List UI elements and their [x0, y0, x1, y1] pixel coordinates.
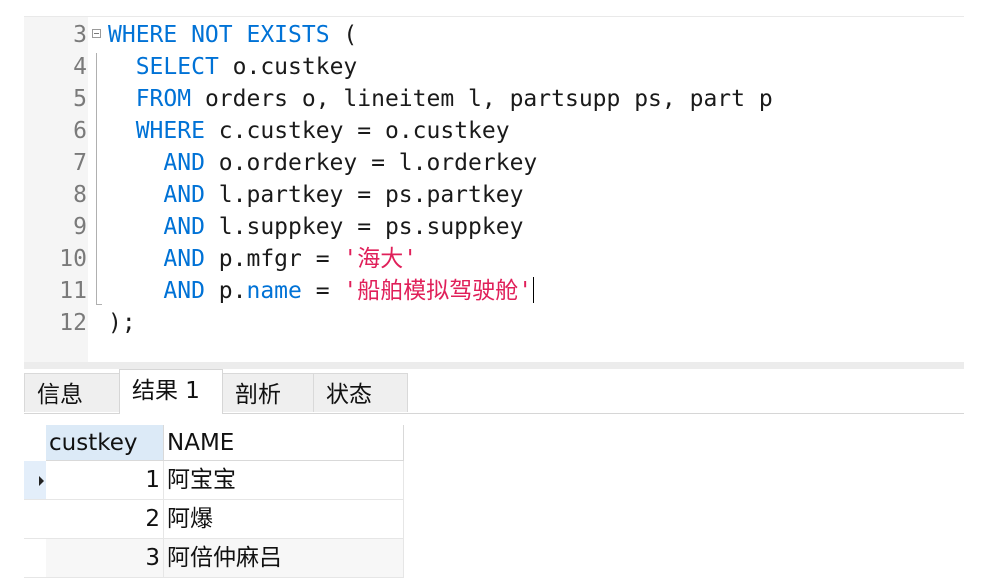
- sql-keyword: AND: [163, 182, 205, 208]
- code-line[interactable]: 7 AND o.orderkey = l.orderkey: [24, 147, 964, 179]
- sql-token: p.: [204, 278, 247, 304]
- sql-token: p.mfgr =: [204, 246, 344, 272]
- code-text[interactable]: FROM orders o, lineitem l, partsupp ps, …: [108, 83, 773, 115]
- sql-keyword: AND: [163, 214, 205, 240]
- sql-editor[interactable]: 3 WHERE NOT EXISTS (4 SELECT o.custkey 5 F…: [24, 16, 964, 363]
- line-number: 10: [59, 246, 87, 272]
- sql-keyword: AND: [163, 278, 205, 304]
- result-tab-bar: 信息 结果 1 剖析 状态: [24, 369, 964, 414]
- sql-token: o.orderkey = l.orderkey: [204, 150, 538, 176]
- sql-keyword: WHERE NOT EXISTS: [108, 22, 330, 48]
- sql-token: =: [301, 278, 344, 304]
- sql-keyword: AND: [163, 246, 205, 272]
- cell-custkey[interactable]: 3: [46, 539, 164, 578]
- result-grid[interactable]: custkey NAME 1 阿宝宝 2 阿爆 3 阿倍仲麻吕: [24, 425, 404, 585]
- tab-result-1[interactable]: 结果 1: [119, 369, 223, 414]
- line-number: 4: [73, 54, 87, 80]
- code-line[interactable]: 9 AND l.suppkey = ps.suppkey: [24, 211, 964, 243]
- pane-splitter[interactable]: [24, 362, 964, 369]
- cell-name[interactable]: 阿宝宝: [164, 461, 404, 500]
- code-text[interactable]: WHERE c.custkey = o.custkey: [108, 115, 510, 147]
- code-text[interactable]: AND p.mfgr = '海大': [108, 243, 417, 275]
- current-row-arrow-icon: [39, 476, 44, 486]
- line-number: 9: [73, 214, 87, 240]
- sql-token: c.custkey = o.custkey: [204, 118, 510, 144]
- cell-custkey[interactable]: 2: [46, 500, 164, 539]
- sql-keyword: FROM: [135, 86, 192, 112]
- code-line[interactable]: 6 WHERE c.custkey = o.custkey: [24, 115, 964, 147]
- sql-token: o.custkey: [218, 54, 358, 80]
- tab-status[interactable]: 状态: [313, 373, 408, 412]
- cell-custkey[interactable]: 1: [46, 461, 164, 500]
- code-text[interactable]: AND l.suppkey = ps.suppkey: [108, 211, 523, 243]
- sql-token: orders o, lineitem l, partsupp ps, part …: [191, 86, 773, 112]
- column-header-name[interactable]: NAME: [164, 425, 404, 461]
- code-line[interactable]: 11 AND p.name = '船舶模拟驾驶舱': [24, 275, 964, 307]
- sql-string: '船舶模拟驾驶舱': [343, 278, 533, 304]
- code-line[interactable]: 10 AND p.mfgr = '海大': [24, 243, 964, 275]
- code-text[interactable]: AND p.name = '船舶模拟驾驶舱': [108, 275, 535, 307]
- cell-name[interactable]: 阿爆: [164, 500, 404, 539]
- code-line[interactable]: 5 FROM orders o, lineitem l, partsupp ps…: [24, 83, 964, 115]
- code-line[interactable]: 8 AND l.partkey = ps.partkey: [24, 179, 964, 211]
- line-number: 6: [73, 118, 87, 144]
- sql-keyword: WHERE: [135, 118, 205, 144]
- code-text[interactable]: AND l.partkey = ps.partkey: [108, 179, 523, 211]
- code-line[interactable]: 12);: [24, 307, 964, 339]
- text-cursor: [533, 277, 535, 303]
- code-text[interactable]: AND o.orderkey = l.orderkey: [108, 147, 537, 179]
- code-line[interactable]: 3 WHERE NOT EXISTS (: [24, 19, 964, 51]
- row-indicator[interactable]: [24, 539, 46, 578]
- sql-token: name: [246, 278, 302, 304]
- sql-keyword: AND: [163, 150, 205, 176]
- sql-keyword: SELECT: [135, 54, 219, 80]
- line-number: 5: [73, 86, 87, 112]
- code-text[interactable]: WHERE NOT EXISTS (: [108, 19, 357, 51]
- code-text[interactable]: SELECT o.custkey: [108, 51, 358, 83]
- sql-token: l.partkey = ps.partkey: [204, 182, 524, 208]
- line-number: 8: [73, 182, 87, 208]
- line-number: 3: [73, 22, 87, 48]
- row-indicator-column: [24, 425, 46, 585]
- tab-info[interactable]: 信息: [24, 373, 120, 412]
- line-number: 11: [59, 278, 87, 304]
- sql-string: '海大': [343, 246, 418, 272]
- sql-token: l.suppkey = ps.suppkey: [204, 214, 524, 240]
- column-header-custkey[interactable]: custkey: [46, 425, 164, 461]
- sql-token: (: [329, 22, 358, 48]
- line-number: 12: [59, 310, 87, 336]
- line-number: 7: [73, 150, 87, 176]
- row-indicator-current[interactable]: [24, 461, 46, 500]
- cell-name[interactable]: 阿倍仲麻吕: [164, 539, 404, 578]
- row-indicator[interactable]: [24, 500, 46, 539]
- tab-profile[interactable]: 剖析: [222, 373, 314, 412]
- code-line[interactable]: 4 SELECT o.custkey: [24, 51, 964, 83]
- sql-token: );: [108, 310, 136, 336]
- code-text[interactable]: );: [108, 307, 136, 339]
